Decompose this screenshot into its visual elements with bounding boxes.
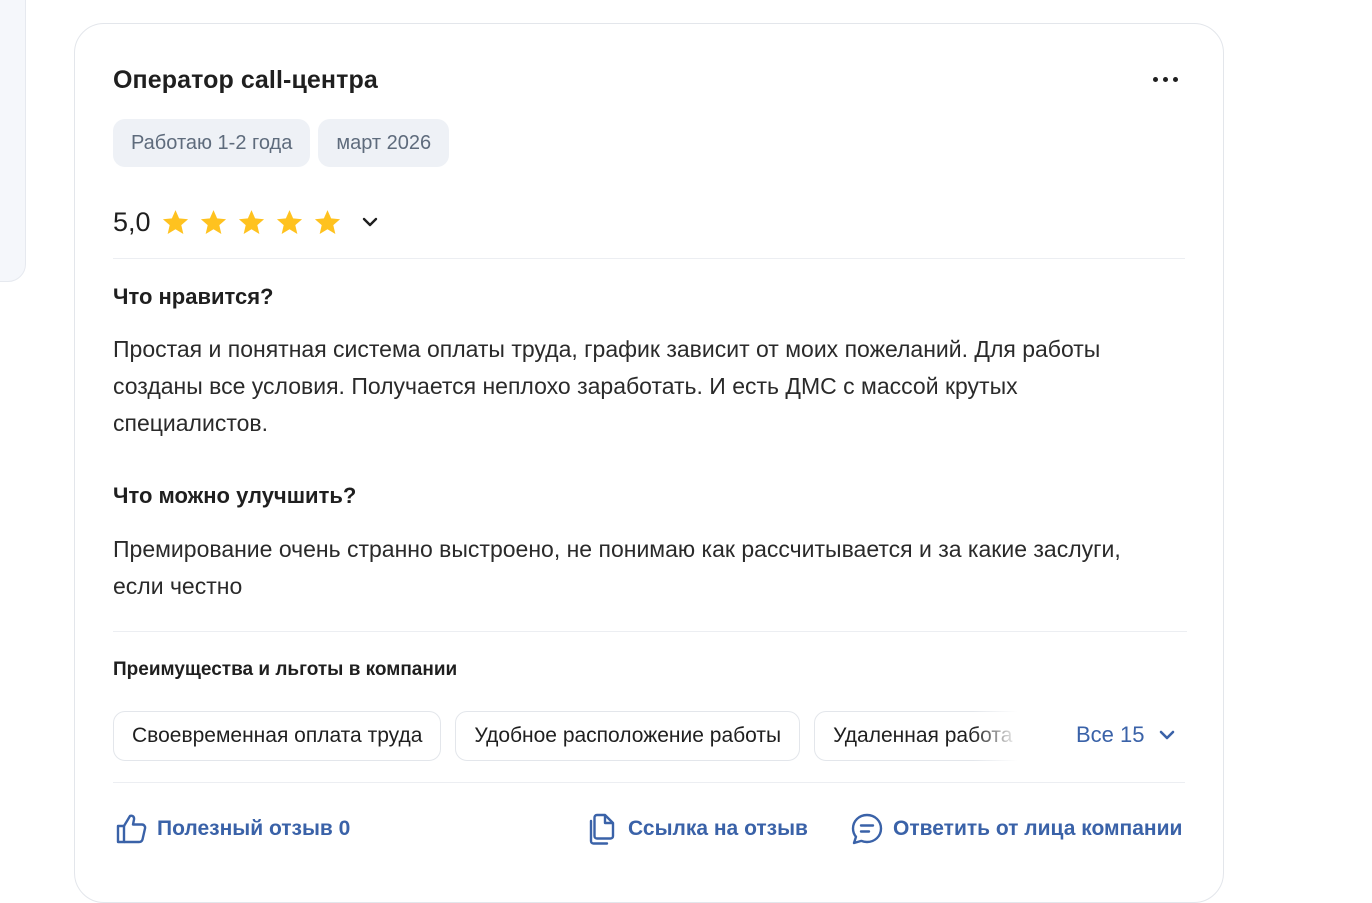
thumbs-up-icon bbox=[116, 814, 147, 844]
rating: 5,0 bbox=[113, 200, 381, 244]
star-icon bbox=[238, 209, 264, 234]
likes-heading: Что нравится? bbox=[113, 284, 274, 309]
benefits-list: Своевременная оплата труда Удобное распо… bbox=[113, 711, 1023, 761]
reply-label: Ответить от лица компании bbox=[893, 817, 1183, 840]
benefit-chip[interactable]: Своевременная оплата труда bbox=[113, 711, 442, 761]
divider bbox=[113, 258, 1185, 259]
improve-heading: Что можно улучшить? bbox=[113, 483, 357, 508]
rating-value: 5,0 bbox=[113, 206, 151, 237]
experience-tag: Работаю 1-2 года bbox=[113, 119, 311, 167]
all-benefits-button[interactable]: Все 15 bbox=[1076, 722, 1177, 748]
more-dots-icon[interactable] bbox=[1148, 67, 1182, 91]
date-tag: март 2026 bbox=[318, 119, 450, 167]
star-icon bbox=[314, 209, 340, 234]
benefit-chip[interactable]: Удаленная работа bbox=[814, 711, 1023, 761]
likes-text: Простая и понятная система оплаты труда,… bbox=[113, 336, 1101, 436]
benefits-title: Преимущества и льготы в компании bbox=[113, 659, 458, 680]
improve-text: Премирование очень странно выстроено, не… bbox=[113, 536, 1121, 599]
chevron-down-icon bbox=[1159, 730, 1174, 740]
reply-button[interactable]: Ответить от лица компании bbox=[850, 812, 1182, 846]
chevron-down-icon[interactable] bbox=[359, 211, 381, 233]
star-icon bbox=[276, 209, 302, 234]
copy-link-icon bbox=[589, 813, 615, 845]
review-title: Оператор call-центра bbox=[113, 66, 378, 94]
helpful-label: Полезный отзыв 0 bbox=[157, 816, 351, 840]
rating-stars bbox=[161, 208, 342, 237]
divider bbox=[113, 631, 1187, 632]
star-icon bbox=[200, 209, 226, 234]
review-link-button[interactable]: Ссылка на отзыв bbox=[587, 812, 808, 846]
all-benefits-label: Все 15 bbox=[1076, 722, 1145, 747]
review-tags: Работаю 1-2 года март 2026 bbox=[113, 119, 450, 167]
review-link-label: Ссылка на отзыв bbox=[628, 817, 808, 840]
benefit-chip[interactable]: Удобное расположение работы bbox=[455, 711, 801, 761]
star-icon bbox=[162, 209, 188, 234]
divider bbox=[113, 782, 1185, 783]
side-panel bbox=[0, 0, 26, 282]
chat-bubble-icon bbox=[851, 813, 883, 845]
helpful-button[interactable]: Полезный отзыв 0 bbox=[115, 812, 350, 845]
